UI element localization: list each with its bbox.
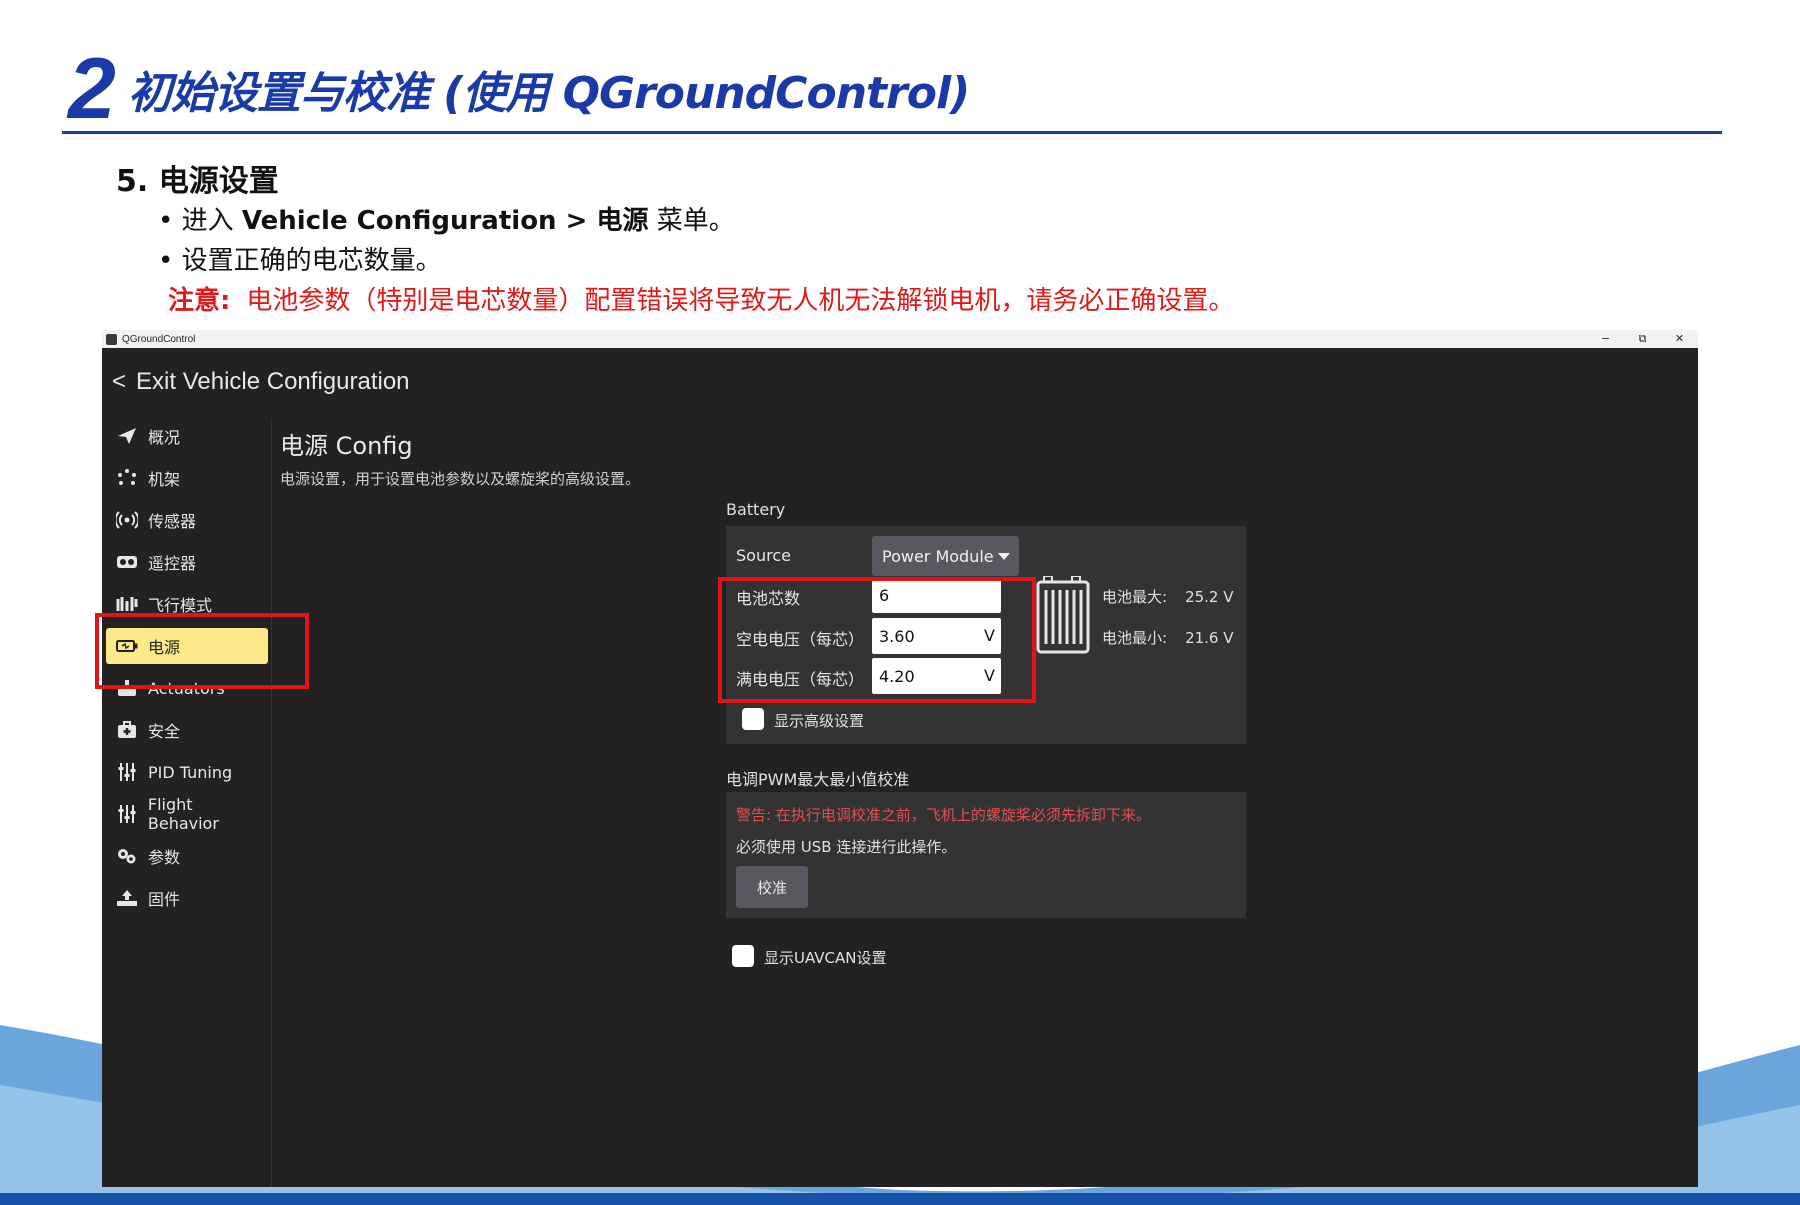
note-text: 电池参数（特别是电芯数量）配置错误将导致无人机无法解锁电机，请务必正确设置。: [246, 286, 1235, 316]
battery-min: 电池最小: 21.6 V: [1102, 627, 1234, 648]
battery-max-value: 25.2 V: [1185, 588, 1234, 606]
gamepad-icon: [116, 553, 138, 571]
qgc-window: QGroundControl − ⧉ ✕ < Exit Vehicle Confi…: [102, 330, 1698, 1187]
esc-warning: 警告: 在执行电调校准之前，飞机上的螺旋桨必须先拆卸下来。: [736, 806, 1151, 824]
note-label: 注意:: [168, 286, 231, 316]
sidebar-item-pid-tuning[interactable]: PID Tuning: [106, 754, 268, 790]
page-title: 电源 Config: [280, 432, 413, 460]
sidebar-item-safety[interactable]: 安全: [106, 712, 268, 748]
restore-button[interactable]: ⧉: [1624, 332, 1661, 346]
source-label: Source: [736, 546, 791, 565]
usb-note: 必须使用 USB 连接进行此操作。: [736, 838, 957, 856]
highlight-box-sidebar: [95, 613, 309, 689]
sidebar-item-label: 传感器: [148, 512, 197, 531]
slide: 2 初始设置与校准 (使用 QGroundControl) 5. 电源设置 • …: [0, 0, 1800, 1205]
radio-waves-icon: [116, 511, 138, 529]
warning-note: 注意: 电池参数（特别是电芯数量）配置错误将导致无人机无法解锁电机，请务必正确设置…: [168, 280, 1234, 317]
sidebar-item-parameters[interactable]: 参数: [106, 838, 268, 874]
sidebar-item-label: 概况: [148, 428, 181, 447]
bullet-text: • 进入: [158, 206, 242, 236]
source-dropdown[interactable]: Power Module: [872, 536, 1019, 576]
sidebar-item-label: 机架: [148, 470, 181, 489]
exit-label: Exit Vehicle Configuration: [136, 368, 410, 395]
sidebar-item-flight-behavior[interactable]: Flight Behavior: [106, 795, 268, 833]
battery-max-label: 电池最大:: [1102, 588, 1168, 606]
slide-title: 2 初始设置与校准 (使用 QGroundControl): [68, 41, 970, 137]
battery-max: 电池最大: 25.2 V: [1102, 586, 1234, 607]
gears-icon: [116, 847, 138, 865]
back-chevron-icon: <: [112, 368, 127, 395]
advanced-settings-checkbox[interactable]: [742, 708, 764, 730]
battery-group-label: Battery: [726, 500, 786, 519]
bullet-navigate: • 进入 Vehicle Configuration > 电源 菜单。: [158, 200, 735, 237]
firmware-upload-icon: [116, 889, 138, 907]
sliders-icon: [116, 805, 138, 823]
minimize-button[interactable]: −: [1587, 332, 1624, 346]
calibrate-button[interactable]: 校准: [736, 866, 808, 908]
battery-min-label: 电池最小:: [1102, 629, 1168, 647]
window-titlebar: QGroundControl − ⧉ ✕: [102, 330, 1698, 348]
sidebar-item-label: 固件: [148, 890, 181, 909]
bullet-bold-text: Vehicle Configuration > 电源: [241, 206, 649, 236]
sidebar-item-summary[interactable]: 概况: [106, 418, 268, 454]
battery-min-value: 21.6 V: [1185, 629, 1234, 647]
app-icon: [106, 333, 117, 345]
title-divider: [62, 131, 1722, 134]
battery-graphic-icon: [1036, 576, 1090, 654]
sidebar-item-label: PID Tuning: [148, 762, 233, 782]
sidebar: 概况 机架 传感器 遥控器 飞行模式 电源 Actuators 安全 PID T…: [102, 418, 272, 1187]
frame-icon: [116, 469, 138, 487]
sidebar-item-radio[interactable]: 遥控器: [106, 544, 268, 580]
window-controls: − ⧉ ✕: [1587, 332, 1698, 346]
source-value: Power Module: [882, 546, 994, 566]
uavcan-label: 显示UAVCAN设置: [764, 949, 887, 967]
window-title: QGroundControl: [122, 333, 196, 345]
highlight-box-fields: [718, 577, 1036, 703]
sidebar-item-label: 遥控器: [148, 554, 197, 573]
bullet-cell-count: • 设置正确的电芯数量。: [158, 246, 442, 276]
chevron-down-icon: [998, 553, 1010, 560]
flight-modes-icon: [116, 595, 138, 613]
advanced-settings-label: 显示高级设置: [774, 712, 865, 730]
sidebar-item-label: Flight Behavior: [147, 795, 219, 833]
exit-vehicle-config-button[interactable]: < Exit Vehicle Configuration: [112, 368, 410, 396]
paper-plane-icon: [116, 427, 138, 445]
sliders-icon: [116, 763, 138, 781]
close-button[interactable]: ✕: [1661, 332, 1698, 346]
sidebar-item-firmware[interactable]: 固件: [106, 880, 268, 916]
section-number: 2: [68, 41, 116, 137]
section-title: 初始设置与校准 (使用 QGroundControl): [127, 68, 970, 119]
bullet-text-suffix: 菜单。: [648, 206, 735, 236]
sidebar-item-label: 安全: [148, 722, 181, 741]
uavcan-checkbox[interactable]: [732, 945, 754, 967]
page-description: 电源设置，用于设置电池参数以及螺旋桨的高级设置。: [280, 470, 641, 488]
sub-heading: 5. 电源设置: [116, 164, 279, 199]
esc-group-label: 电调PWM最大最小值校准: [726, 770, 910, 789]
sidebar-item-airframe[interactable]: 机架: [106, 460, 268, 496]
safety-kit-icon: [116, 721, 138, 739]
sidebar-item-label: 参数: [148, 848, 181, 867]
sidebar-item-sensors[interactable]: 传感器: [106, 502, 268, 538]
